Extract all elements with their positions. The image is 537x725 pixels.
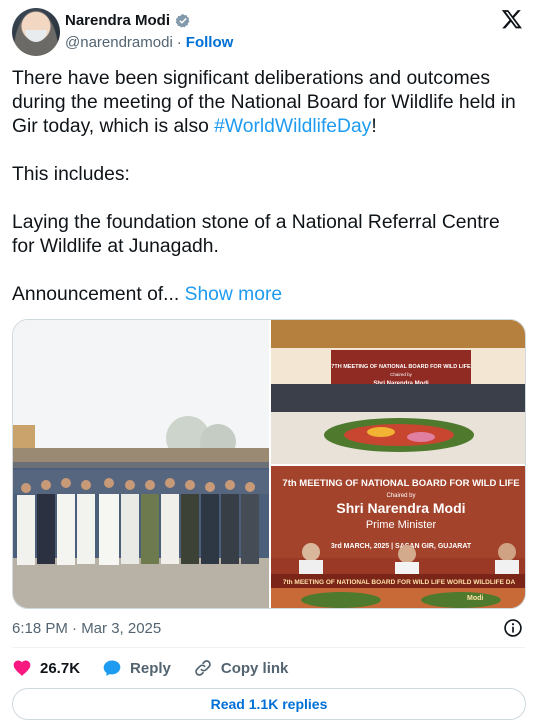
author-handle[interactable]: @narendramodi — [65, 34, 173, 51]
handle-separator: · — [176, 34, 182, 51]
heart-icon — [13, 660, 31, 676]
dais-line1: 7th MEETING OF NATIONAL BOARD FOR WILD L… — [282, 478, 519, 489]
hall-banner-line2: Chaired by — [390, 372, 413, 377]
verified-badge-icon — [175, 13, 190, 28]
author-avatar[interactable] — [12, 8, 60, 56]
tweet-timestamp[interactable]: 6:18 PM · Mar 3, 2025 — [12, 620, 161, 637]
info-icon[interactable] — [503, 618, 523, 638]
hashtag-link[interactable]: #WorldWildlifeDay — [214, 116, 371, 137]
tweet-paragraph-1: There have been significant deliberation… — [12, 67, 527, 139]
tweet-paragraph-4: Announcement of... Show more — [12, 283, 527, 307]
like-count: 26.7K — [40, 659, 81, 677]
reply-button[interactable]: Reply — [102, 658, 171, 678]
author-name-row: Narendra Modi — [65, 12, 191, 29]
dais-line2: Chaired by — [386, 493, 415, 499]
author-name[interactable]: Narendra Modi — [65, 12, 170, 29]
action-bar: 26.7K Reply Copy link — [12, 657, 310, 679]
author-handle-row: @narendramodi · Follow — [65, 34, 233, 51]
dais-line6: 7th MEETING OF NATIONAL BOARD FOR WILD L… — [283, 579, 516, 586]
dais-line4: Prime Minister — [366, 519, 437, 531]
tweet-text: There have been significant deliberation… — [12, 67, 527, 307]
copy-link-label: Copy link — [220, 659, 289, 677]
tweet-paragraph-2: This includes: — [12, 164, 130, 185]
reply-bubble-icon — [103, 660, 121, 676]
meeting-hall-image[interactable]: 7TH MEETING OF NATIONAL BOARD FOR WILD L… — [271, 320, 525, 464]
dais-image[interactable]: 7th MEETING OF NATIONAL BOARD FOR WILD L… — [271, 466, 525, 608]
divider — [12, 647, 525, 648]
tweet-embed-card: Narendra Modi @narendramodi · Follow The… — [0, 0, 537, 725]
x-logo-icon[interactable] — [501, 8, 523, 30]
follow-button[interactable]: Follow — [186, 34, 234, 51]
copy-link-button[interactable]: Copy link — [193, 658, 289, 678]
hall-banner-line1: 7TH MEETING OF NATIONAL BOARD FOR WILD L… — [331, 364, 471, 370]
link-icon — [195, 660, 211, 676]
tweet-text-part: ! — [371, 116, 377, 137]
reply-label: Reply — [130, 659, 171, 677]
like-button[interactable]: 26.7K — [12, 658, 80, 678]
dais-line3: Shri Narendra Modi — [336, 500, 465, 516]
read-replies-button[interactable]: Read 1.1K replies — [12, 688, 526, 720]
tweet-paragraph-3: Laying the foundation stone of a Nationa… — [12, 212, 500, 257]
group-photo-image[interactable] — [13, 320, 269, 608]
show-more-link[interactable]: Show more — [185, 284, 283, 305]
dais-line7: Modi — [467, 595, 483, 602]
media-grid: 7TH MEETING OF NATIONAL BOARD FOR WILD L… — [12, 319, 526, 609]
tweet-text-part: Announcement of... — [12, 284, 180, 305]
